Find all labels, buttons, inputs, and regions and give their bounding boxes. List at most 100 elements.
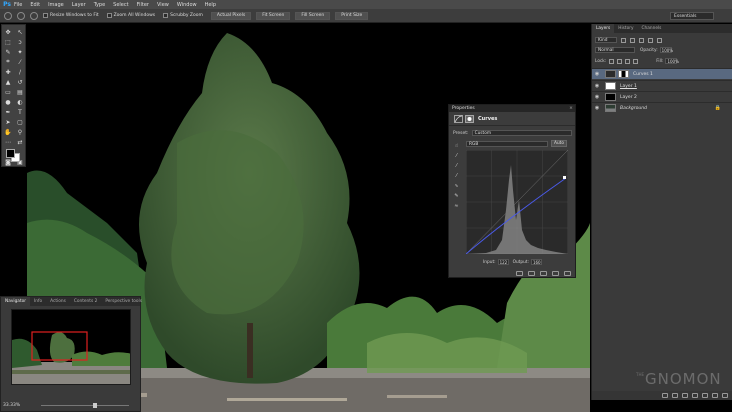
gray-point-eyedropper-icon[interactable]: ⁄	[452, 161, 461, 171]
menu-edit[interactable]: Edit	[30, 2, 40, 8]
auto-button[interactable]: Auto	[551, 140, 567, 147]
eye-icon[interactable]: ◉	[592, 83, 602, 89]
resize-windows-checkbox[interactable]: Resize Windows to Fit	[43, 13, 99, 18]
more-tools-icon[interactable]: ⋯	[2, 137, 14, 147]
swap-colors-icon[interactable]: ⇄	[14, 137, 26, 147]
eye-icon[interactable]: ◉	[592, 71, 602, 77]
curves-graph[interactable]	[466, 150, 568, 254]
output-field[interactable]: 160	[530, 259, 542, 265]
input-field[interactable]: 122	[497, 259, 509, 265]
white-point-eyedropper-icon[interactable]: ⁄	[452, 171, 461, 181]
trash-icon[interactable]	[564, 270, 571, 276]
type-tool-icon[interactable]: T	[14, 107, 26, 117]
zoom-tool-icon[interactable]: ⚲	[14, 127, 26, 137]
menu-image[interactable]: Image	[48, 2, 64, 8]
group-icon[interactable]	[702, 393, 708, 398]
print-size-button[interactable]: Print Size	[335, 11, 369, 20]
hand-tool-icon[interactable]: ✋	[2, 127, 14, 137]
eye-icon[interactable]: ◉	[592, 94, 602, 100]
add-mask-icon[interactable]	[682, 393, 688, 398]
brush-tool-icon[interactable]: ∕	[14, 67, 26, 77]
curve-point-icon[interactable]: ∿	[452, 181, 461, 191]
tab-contents-2[interactable]: Contents 2	[70, 297, 101, 306]
trash-icon[interactable]	[722, 393, 728, 398]
new-layer-icon[interactable]	[712, 393, 718, 398]
filter-kind-dropdown[interactable]: Kind	[595, 37, 617, 43]
opacity-field[interactable]: 100%	[659, 47, 673, 53]
gradient-tool-icon[interactable]: ▤	[14, 87, 26, 97]
history-brush-tool-icon[interactable]: ↺	[14, 77, 26, 87]
scrubby-zoom-checkbox[interactable]: Scrubby Zoom	[163, 13, 203, 18]
quick-select-tool-icon[interactable]: ✎	[2, 47, 14, 57]
lock-transparency-icon[interactable]	[609, 58, 615, 64]
black-point-eyedropper-icon[interactable]: ⁄	[452, 151, 461, 161]
tab-layers[interactable]: Layers	[592, 24, 615, 33]
pencil-curve-icon[interactable]: ✎	[452, 191, 461, 201]
menu-file[interactable]: File	[14, 2, 22, 8]
lock-pixels-icon[interactable]	[617, 58, 623, 64]
type-filter-icon[interactable]	[639, 37, 644, 43]
zoom-all-windows-checkbox[interactable]: Zoom All Windows	[106, 13, 155, 18]
workspace-select[interactable]: Essentials	[670, 12, 714, 20]
eyedropper-tool-icon[interactable]: ⁄	[14, 57, 26, 67]
healing-tool-icon[interactable]: ✚	[2, 67, 14, 77]
menu-help[interactable]: Help	[205, 2, 216, 8]
smart-object-filter-icon[interactable]	[657, 37, 662, 43]
target-adjust-icon[interactable]: ☝	[452, 141, 461, 151]
view-previous-icon[interactable]	[528, 270, 535, 276]
menu-window[interactable]: Window	[177, 2, 197, 8]
close-icon[interactable]: ×	[567, 106, 575, 111]
menu-layer[interactable]: Layer	[72, 2, 86, 8]
layer-mask-thumbnail[interactable]	[618, 70, 629, 78]
pen-tool-icon[interactable]: ✒	[2, 107, 14, 117]
pixel-filter-icon[interactable]	[621, 37, 626, 43]
shape-tool-icon[interactable]: ▢	[14, 117, 26, 127]
zoom-tool-icon[interactable]	[4, 11, 12, 20]
eraser-tool-icon[interactable]: ▭	[2, 87, 14, 97]
magic-wand-tool-icon[interactable]: ✦	[14, 47, 26, 57]
eye-icon[interactable]: ◉	[592, 105, 602, 111]
smooth-curve-icon[interactable]: ≈	[452, 201, 461, 211]
properties-header[interactable]: Properties ×	[449, 105, 575, 112]
blur-tool-icon[interactable]: ●	[2, 97, 14, 107]
crop-tool-icon[interactable]: ⌗	[2, 57, 14, 67]
layer-mask-icon[interactable]	[465, 114, 474, 123]
menu-type[interactable]: Type	[94, 2, 105, 8]
clip-to-layer-icon[interactable]	[516, 270, 523, 276]
tab-navigator[interactable]: Navigator	[1, 297, 31, 306]
color-swatches[interactable]	[2, 147, 26, 165]
fit-screen-button[interactable]: Fit Screen	[256, 11, 291, 20]
tab-perspective-tools[interactable]: Perspective tools	[101, 297, 146, 306]
channel-dropdown[interactable]: RGB	[466, 141, 548, 147]
layer-row-background[interactable]: ◉ Background 🔒	[592, 102, 732, 113]
link-layers-icon[interactable]	[662, 393, 668, 398]
lasso-tool-icon[interactable]: ↄ	[14, 37, 26, 47]
lock-position-icon[interactable]	[625, 58, 631, 64]
adjustment-filter-icon[interactable]	[630, 37, 635, 43]
foreground-color-swatch[interactable]	[6, 149, 15, 158]
layer-row-layer-2[interactable]: ◉ Layer 2	[592, 91, 732, 102]
lock-all-icon[interactable]	[633, 58, 639, 64]
navigator-thumbnail[interactable]	[11, 309, 131, 385]
menu-view[interactable]: View	[157, 2, 169, 8]
menu-filter[interactable]: Filter	[137, 2, 149, 8]
dodge-tool-icon[interactable]: ◐	[14, 97, 26, 107]
zoom-out-icon[interactable]	[30, 11, 38, 20]
fill-field[interactable]: 100%	[665, 58, 679, 64]
layer-row-layer-1[interactable]: ◉ Layer 1	[592, 80, 732, 91]
marquee-tool-icon[interactable]: ⬚	[2, 37, 14, 47]
menu-select[interactable]: Select	[113, 2, 128, 8]
layer-style-icon[interactable]	[672, 393, 678, 398]
adjustment-layer-icon[interactable]	[692, 393, 698, 398]
tab-actions[interactable]: Actions	[46, 297, 70, 306]
move-tool-icon[interactable]: ✥	[2, 27, 14, 37]
layer-row-curves-1[interactable]: ◉ Curves 1	[592, 68, 732, 79]
blend-mode-dropdown[interactable]: Normal	[595, 47, 635, 53]
preset-dropdown[interactable]: Custom	[471, 130, 572, 136]
tab-channels[interactable]: Channels	[638, 24, 666, 33]
navigator-zoom-value[interactable]: 33.33%	[3, 403, 20, 408]
reset-icon[interactable]	[540, 270, 547, 276]
zoom-slider-knob[interactable]	[93, 403, 97, 408]
navigator-zoom-slider[interactable]	[41, 403, 129, 408]
path-select-tool-icon[interactable]: ➤	[2, 117, 14, 127]
